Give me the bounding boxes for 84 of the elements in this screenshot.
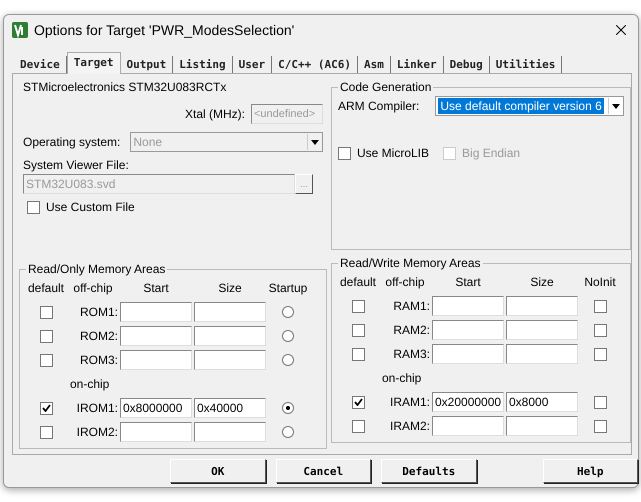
startup-radio[interactable] bbox=[282, 426, 294, 438]
compiler-dropdown[interactable]: Use default compiler version 6 bbox=[435, 96, 624, 116]
group-title: Read/Write Memory Areas bbox=[339, 256, 482, 270]
checkbox[interactable] bbox=[40, 426, 52, 438]
size-field[interactable] bbox=[506, 320, 578, 340]
size-field[interactable] bbox=[506, 416, 578, 436]
checkbox[interactable] bbox=[40, 306, 52, 318]
size-field[interactable] bbox=[194, 350, 266, 370]
dialog-button[interactable]: OK bbox=[170, 459, 266, 483]
memory-label: RAM3: bbox=[393, 347, 430, 361]
start-field[interactable] bbox=[432, 344, 504, 364]
size-field[interactable] bbox=[194, 422, 266, 442]
size-field[interactable]: 0x40000 bbox=[194, 398, 266, 418]
os-label: Operating system: bbox=[23, 135, 120, 149]
memory-label: IRAM1: bbox=[390, 395, 430, 409]
startup-radio[interactable] bbox=[282, 402, 294, 414]
checkbox[interactable] bbox=[594, 300, 606, 312]
checkbox[interactable] bbox=[27, 200, 40, 214]
checkbox[interactable] bbox=[338, 146, 351, 160]
dropdown-arrow-icon[interactable] bbox=[608, 98, 623, 114]
column-header: NoInit bbox=[584, 275, 616, 289]
column-header: off-chip bbox=[385, 275, 425, 289]
tab[interactable]: Target bbox=[66, 52, 120, 74]
window-title: Options for Target 'PWR_ModesSelection' bbox=[34, 22, 296, 38]
memory-label: IROM1: bbox=[76, 401, 118, 415]
column-header: off-chip bbox=[73, 281, 113, 295]
memory-label: ROM2: bbox=[80, 329, 118, 343]
memory-label: RAM1: bbox=[393, 299, 430, 313]
checkbox-label: Big Endian bbox=[462, 146, 520, 160]
app-icon bbox=[12, 22, 28, 38]
column-header: Size bbox=[218, 281, 242, 295]
column-header: default bbox=[28, 281, 64, 295]
compiler-label: ARM Compiler: bbox=[338, 99, 420, 113]
checkbox[interactable] bbox=[40, 402, 52, 414]
xtal-label: Xtal (MHz): bbox=[185, 107, 245, 121]
checkbox[interactable] bbox=[352, 300, 364, 312]
column-header: Start bbox=[143, 281, 169, 295]
size-field[interactable]: 0x8000 bbox=[506, 392, 578, 412]
size-field[interactable] bbox=[194, 326, 266, 346]
memory-label: IRAM2: bbox=[390, 419, 430, 433]
size-field[interactable] bbox=[506, 296, 578, 316]
group-title: Read/Only Memory Areas bbox=[27, 262, 166, 276]
startup-radio[interactable] bbox=[282, 306, 294, 318]
start-field[interactable]: 0x20000000 bbox=[432, 392, 504, 412]
column-header: Size bbox=[530, 275, 554, 289]
memory-label: ROM1: bbox=[80, 305, 118, 319]
checkbox[interactable] bbox=[352, 396, 364, 408]
start-field[interactable] bbox=[120, 350, 192, 370]
checkbox[interactable] bbox=[352, 420, 364, 432]
column-header: default bbox=[340, 275, 376, 289]
start-field[interactable] bbox=[432, 296, 504, 316]
section-label: on-chip bbox=[70, 377, 110, 391]
start-field[interactable]: 0x8000000 bbox=[120, 398, 192, 418]
checkbox[interactable] bbox=[40, 354, 52, 366]
column-header: Startup bbox=[268, 281, 308, 295]
svf-label: System Viewer File: bbox=[23, 158, 130, 172]
dialog-button[interactable]: Cancel bbox=[276, 459, 371, 483]
start-field[interactable] bbox=[432, 416, 504, 436]
checkbox[interactable] bbox=[40, 330, 52, 342]
size-field[interactable] bbox=[194, 302, 266, 322]
checkbox[interactable] bbox=[352, 324, 364, 336]
checkbox[interactable] bbox=[594, 348, 606, 360]
checkbox[interactable] bbox=[352, 348, 364, 360]
column-header: Start bbox=[455, 275, 481, 289]
size-field[interactable] bbox=[506, 344, 578, 364]
help-button[interactable]: Help bbox=[542, 459, 638, 483]
checkbox-label: Use MicroLIB bbox=[357, 146, 430, 160]
checkbox-label: Use Custom File bbox=[46, 200, 135, 214]
section-label: on-chip bbox=[382, 371, 422, 385]
checkbox[interactable] bbox=[594, 420, 606, 432]
start-field[interactable] bbox=[120, 302, 192, 322]
checkbox[interactable] bbox=[594, 396, 606, 408]
memory-label: RAM2: bbox=[393, 323, 430, 337]
start-field[interactable] bbox=[120, 326, 192, 346]
memory-label: ROM3: bbox=[80, 353, 118, 367]
dialog-button[interactable]: Defaults bbox=[381, 459, 476, 483]
start-field[interactable] bbox=[432, 320, 504, 340]
startup-radio[interactable] bbox=[282, 330, 294, 342]
startup-radio[interactable] bbox=[282, 354, 294, 366]
group-title: Code Generation bbox=[339, 80, 432, 94]
memory-label: IROM2: bbox=[76, 425, 118, 439]
device-name: STMicroelectronics STM32U083RCTx bbox=[23, 80, 228, 94]
start-field[interactable] bbox=[120, 422, 192, 442]
checkbox[interactable] bbox=[594, 324, 606, 336]
